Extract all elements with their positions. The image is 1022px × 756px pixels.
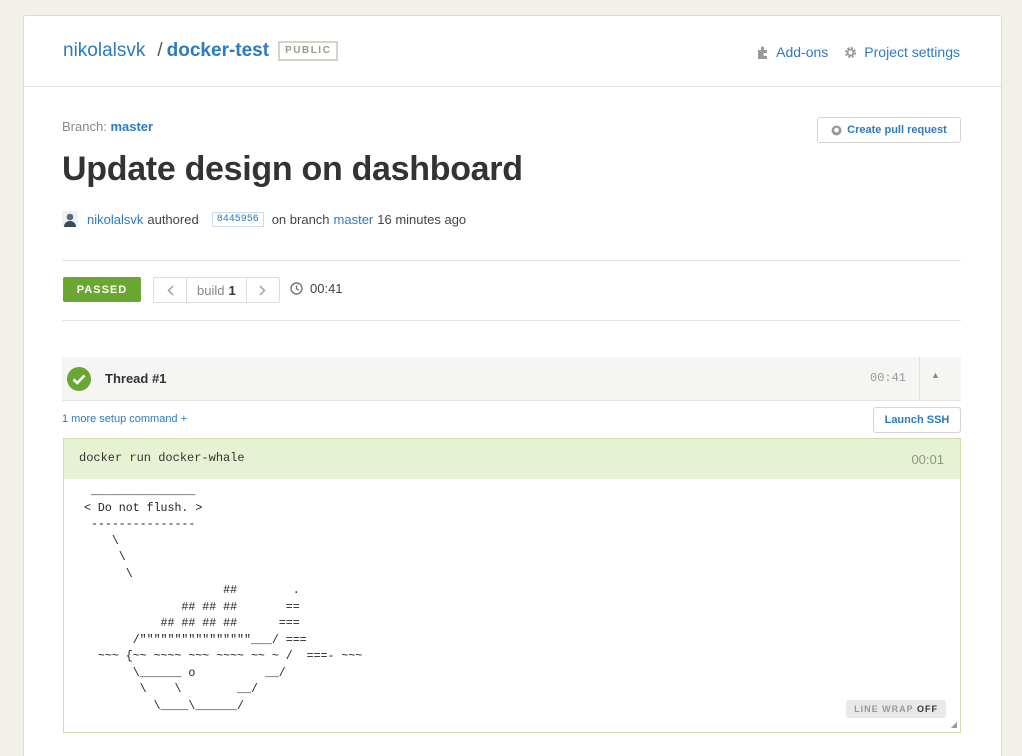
command-output: _______________ < Do not flush. > ------… [84,485,363,713]
command-time: 00:01 [911,452,944,467]
build-number: 1 [228,282,236,298]
visibility-badge: PUBLIC [278,41,339,61]
chevron-right-icon [259,284,266,296]
commit-title: Update design on dashboard [62,150,523,188]
resize-handle-icon[interactable]: ◢ [951,720,957,729]
status-badge: PASSED [63,277,141,302]
create-pull-request-label: Create pull request [847,124,947,136]
command-header[interactable]: docker run docker-whale 00:01 [64,439,960,479]
divider [62,260,961,261]
puzzle-icon [758,46,768,59]
divider [62,320,961,321]
owner-link[interactable]: nikolalsvk [63,40,145,62]
project-links: Add-ons Project settings [757,44,960,60]
command-output-panel: docker run docker-whale 00:01 __________… [63,438,961,733]
thread-name: Thread #1 [105,371,167,386]
project-settings-link[interactable]: Project settings [844,44,960,60]
author-link[interactable]: nikolalsvk [87,212,143,227]
on-branch-text: on branch [271,211,330,227]
github-icon [831,125,842,135]
chevron-left-icon [166,284,174,296]
settings-label: Project settings [864,44,960,60]
commit-sha-link[interactable]: 8445956 [211,211,264,227]
clock-icon [290,282,303,295]
divider [919,357,920,401]
thread-time: 00:41 [870,371,907,385]
time-ago: 16 minutes ago [377,211,467,227]
line-wrap-state: OFF [917,704,938,714]
avatar [62,211,78,227]
build-word: build [197,282,225,298]
next-build-button[interactable] [247,278,279,302]
line-wrap-toggle[interactable]: LINE WRAP OFF [846,700,946,718]
repo-link[interactable]: docker-test [167,40,269,62]
build-label: build 1 [186,278,247,302]
previous-build-button[interactable] [154,278,186,302]
authored-text: authored [147,211,199,227]
create-pull-request-button[interactable]: Create pull request [817,117,961,143]
project-header: nikolalsvk / docker-test PUBLIC Add-ons … [24,16,1001,87]
more-setup-commands-link[interactable]: 1 more setup command + [62,413,187,425]
branch-link[interactable]: master [110,119,153,134]
check-circle-icon [67,367,91,391]
build-duration: 00:41 [290,281,343,296]
line-wrap-label: LINE WRAP [854,704,914,714]
addons-label: Add-ons [776,44,829,60]
collapse-caret-icon[interactable]: ▲ [931,370,940,380]
commit-meta: nikolalsvk authored 8445956 on branch ma… [62,211,466,227]
breadcrumb: nikolalsvk / docker-test PUBLIC [63,40,339,62]
branch-label: Branch: [62,119,107,134]
build-navigator: build 1 [153,277,280,303]
branch-info: Branch: master [62,119,153,134]
thread-header[interactable]: Thread #1 00:41 ▲ [62,357,961,401]
commit-branch-link[interactable]: master [334,212,374,227]
launch-ssh-button[interactable]: Launch SSH [873,407,961,433]
addons-link[interactable]: Add-ons [757,44,828,60]
breadcrumb-separator: / [157,40,163,61]
duration-value: 00:41 [310,281,343,296]
command-text: docker run docker-whale [79,451,245,465]
gear-icon [845,46,857,58]
